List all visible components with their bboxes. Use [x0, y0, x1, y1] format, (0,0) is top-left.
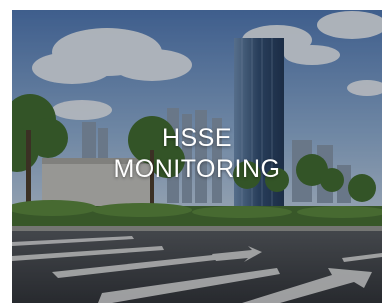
hsse-monitoring-tile[interactable]: HSSE MONITORING [12, 10, 382, 303]
tile-title: HSSE MONITORING [12, 123, 382, 185]
tile-title-line1: HSSE [161, 124, 233, 152]
tile-title-line2: MONITORING [113, 155, 281, 183]
